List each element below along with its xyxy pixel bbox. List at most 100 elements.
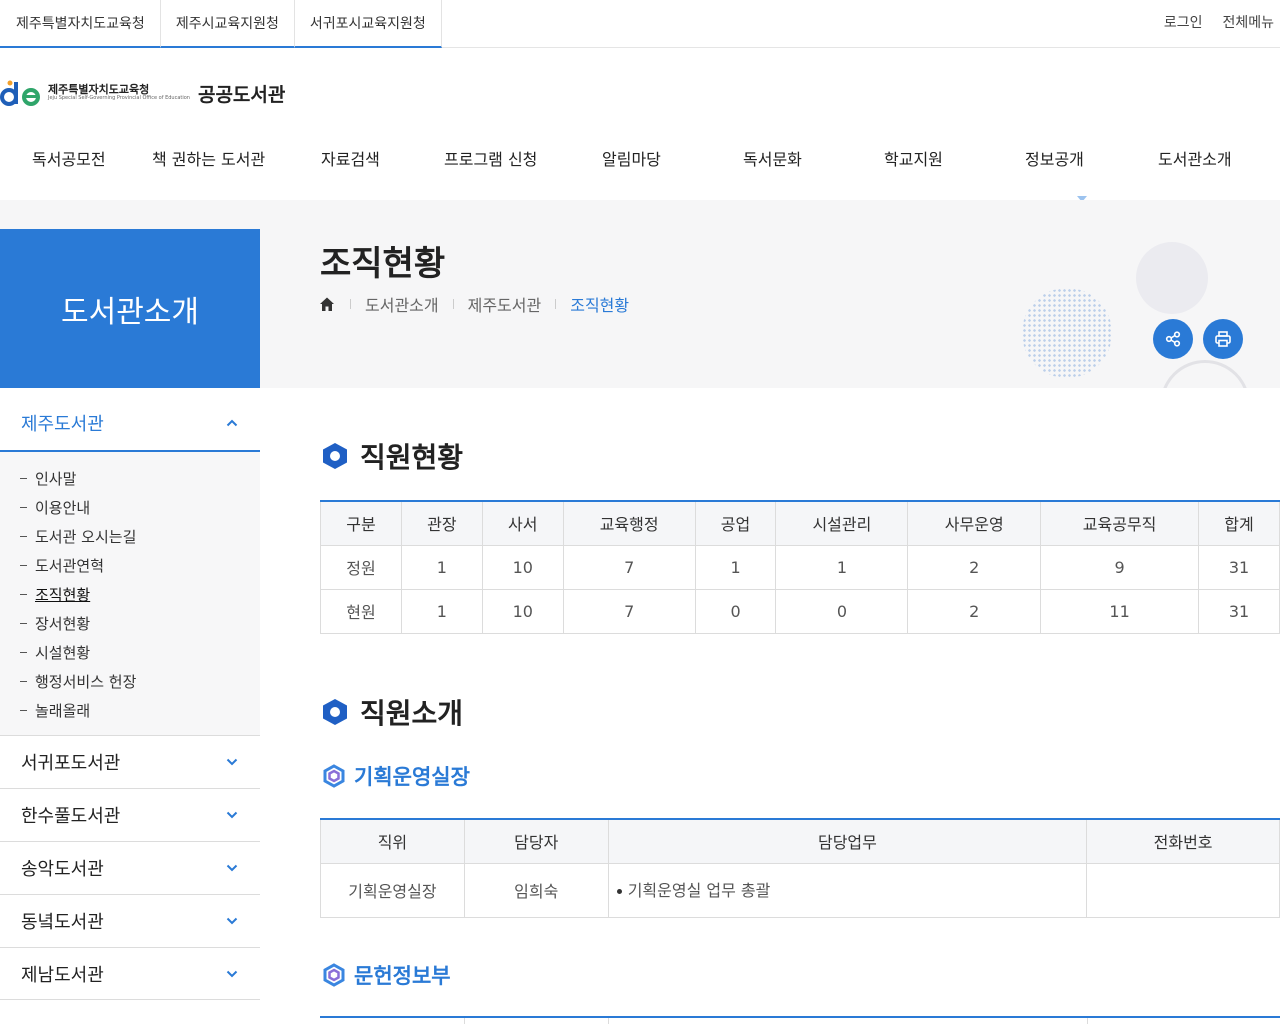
table-header-cell: 합계 <box>1198 501 1280 546</box>
print-button[interactable] <box>1203 319 1243 359</box>
side-nav-library-dongnyeok[interactable]: 동녘도서관 <box>0 894 260 947</box>
chevron-up-icon <box>226 419 238 427</box>
org-tab-seogwipo[interactable]: 서귀포시교육지원청 <box>294 0 442 48</box>
table-cell: 0 <box>775 588 909 634</box>
site-logo[interactable]: 제주특별자치도교육청 Jeju Special Self-Governing P… <box>0 76 285 110</box>
submenu-item[interactable]: 놀래올래 <box>0 696 260 725</box>
side-nav-current-label: 제주도서관 <box>21 414 104 435</box>
duty-text: 기획운영실 업무 총괄 <box>627 880 771 900</box>
table-cell: 정원 <box>320 544 402 590</box>
subsection-title-text: 문헌정보부 <box>354 964 451 988</box>
side-nav-library-hansupul[interactable]: 한수풀도서관 <box>0 788 260 841</box>
table-cell: 7 <box>562 544 696 590</box>
dash-icon <box>20 710 27 711</box>
side-nav-current-library[interactable]: 제주도서관 <box>0 396 260 452</box>
section-title-text: 직원소개 <box>360 697 464 730</box>
table-row: 현원 1 10 7 0 0 2 11 31 <box>320 588 1280 634</box>
submenu-item[interactable]: 장서현황 <box>0 609 260 638</box>
gnb-item-notice[interactable]: 알림마당 <box>602 146 661 170</box>
breadcrumb-separator <box>555 299 557 309</box>
table-cell: 2 <box>907 544 1042 590</box>
logo-org-english: Jeju Special Self-Governing Provincial O… <box>48 95 190 102</box>
hexagon-bullet-icon <box>323 699 347 725</box>
table-header-cell: 시설관리 <box>775 501 909 546</box>
table-cell: 2 <box>907 588 1042 634</box>
table-cell: 기획운영실장 <box>320 862 465 918</box>
decor-ring <box>1160 360 1250 388</box>
table-header-cell: 담당업무 <box>607 819 1088 864</box>
submenu-item[interactable]: 인사말 <box>0 464 260 493</box>
table-cell: 9 <box>1040 544 1199 590</box>
submenu-item[interactable]: 행정서비스 헌장 <box>0 667 260 696</box>
breadcrumb-separator <box>452 299 454 309</box>
submenu-item-label: 행정서비스 헌장 <box>35 673 137 691</box>
breadcrumb-current: 조직현황 <box>570 296 630 315</box>
section-title-text: 직원현황 <box>360 441 464 474</box>
dash-icon <box>20 478 27 479</box>
home-icon[interactable] <box>318 295 336 313</box>
gnb-item-book-recommend[interactable]: 책 권하는 도서관 <box>152 146 265 170</box>
org-tab-jeju-city[interactable]: 제주시교육지원청 <box>160 0 295 48</box>
table-header-row: 구분 관장 사서 교육행정 공업 시설관리 사무운영 교육공무직 합계 <box>320 501 1280 546</box>
share-icon <box>1165 331 1181 347</box>
chevron-down-icon <box>226 917 238 925</box>
chevron-down-icon <box>226 864 238 872</box>
submenu-item[interactable]: 시설현황 <box>0 638 260 667</box>
staff-intro-literature-table-top <box>320 1016 1280 1024</box>
side-nav: 제주도서관 인사말 이용안내 도서관 오시는길 도서관연혁 조직현황 장서현황 … <box>0 396 260 1000</box>
page-title: 조직현황 <box>320 244 446 284</box>
section-title-staff-status: 직원현황 <box>320 436 463 476</box>
login-link[interactable]: 로그인 <box>1164 12 1203 32</box>
table-header-row: 직위 담당자 담당업무 전화번호 <box>320 819 1280 864</box>
gnb-item-program[interactable]: 프로그램 신청 <box>444 146 537 170</box>
submenu-item-label: 놀래올래 <box>35 702 91 720</box>
bullet-icon <box>616 888 622 894</box>
table-row: 기획운영실장 임희숙 기획운영실 업무 총괄 <box>320 862 1280 918</box>
table-cell-duty: 기획운영실 업무 총괄 <box>607 862 1088 918</box>
all-menu-link[interactable]: 전체메뉴 <box>1222 12 1274 32</box>
gnb-item-library-intro[interactable]: 도서관소개 <box>1158 146 1232 170</box>
submenu-item-label: 도서관 오시는길 <box>35 528 137 546</box>
dash-icon <box>20 565 27 566</box>
side-nav-library-label: 동녘도서관 <box>21 912 104 933</box>
submenu-item[interactable]: 이용안내 <box>0 493 260 522</box>
submenu-item[interactable]: 도서관연혁 <box>0 551 260 580</box>
breadcrumb-item[interactable]: 제주도서관 <box>468 292 542 316</box>
share-button[interactable] <box>1153 319 1193 359</box>
chevron-down-icon <box>226 758 238 766</box>
side-nav-library-jenam[interactable]: 제남도서관 <box>0 947 260 1000</box>
table-cell: 현원 <box>320 588 402 634</box>
side-nav-library-label: 한수풀도서관 <box>21 806 121 827</box>
print-icon <box>1215 331 1231 347</box>
table-column-divider <box>1087 1018 1088 1024</box>
table-cell: 1 <box>400 544 483 590</box>
org-tab-jeju-office[interactable]: 제주특별자치도교육청 <box>0 0 161 48</box>
table-header-cell: 담당자 <box>463 819 609 864</box>
gnb-item-info-disclosure[interactable]: 정보공개 <box>1025 146 1084 170</box>
logo-title: 공공도서관 <box>197 83 286 106</box>
side-nav-library-songak[interactable]: 송악도서관 <box>0 841 260 894</box>
submenu-item-label: 조직현황 <box>35 586 91 604</box>
dash-icon <box>20 507 27 508</box>
table-cell: 10 <box>481 544 564 590</box>
subsection-title-literature: 문헌정보부 <box>322 960 451 990</box>
submenu-item[interactable]: 도서관 오시는길 <box>0 522 260 551</box>
logo-mark-icon <box>0 80 40 106</box>
table-cell-phone <box>1086 862 1280 918</box>
breadcrumb-item[interactable]: 도서관소개 <box>365 292 439 316</box>
submenu-item-active[interactable]: 조직현황 <box>0 580 260 609</box>
side-nav-library-seogwipo[interactable]: 서귀포도서관 <box>0 735 260 788</box>
submenu-item-label: 인사말 <box>35 470 77 488</box>
table-header-cell: 교육행정 <box>562 501 696 546</box>
gnb-item-school-support[interactable]: 학교지원 <box>884 146 943 170</box>
gnb-item-reading-culture[interactable]: 독서문화 <box>743 146 802 170</box>
table-cell: 11 <box>1040 588 1199 634</box>
submenu-item-label: 이용안내 <box>35 499 91 517</box>
gnb-item-reading-contest[interactable]: 독서공모전 <box>32 146 106 170</box>
table-cell: 31 <box>1198 588 1280 634</box>
table-header-cell: 전화번호 <box>1086 819 1280 864</box>
breadcrumb-separator <box>350 299 351 309</box>
org-tabs: 제주특별자치도교육청 제주시교육지원청 서귀포시교육지원청 <box>0 0 442 48</box>
table-cell: 임희숙 <box>463 862 609 918</box>
gnb-item-search[interactable]: 자료검색 <box>321 146 380 170</box>
